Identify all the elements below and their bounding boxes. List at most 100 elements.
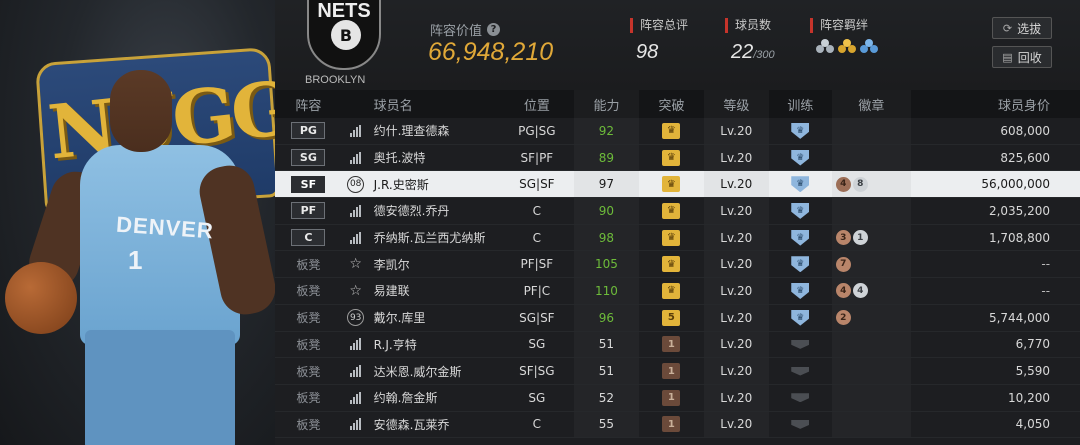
player-level: Lv.20 [704,198,769,224]
training-shield-icon[interactable]: ♛ [791,176,810,193]
lineup-slot-tag[interactable]: SF [291,175,326,193]
breakthrough-crown-icon[interactable]: ♛ [662,282,681,299]
player-name[interactable]: R.J.亨特 [370,332,500,358]
table-row[interactable]: 板凳 R.J.亨特 SG 51 1 Lv.20 6,770 [275,332,1080,359]
breakthrough-crown-icon[interactable]: ♛ [662,229,681,246]
badge-medal-icon[interactable]: 1 [852,230,868,246]
badge-medal-icon[interactable]: 4 [852,283,868,299]
bench-tag[interactable]: 板凳 [296,282,320,299]
table-row[interactable]: C 乔纳斯.瓦兰西尤纳斯 C 98 ♛ Lv.20 ♛ 31 1,708,800 [275,225,1080,252]
training-shield-icon[interactable]: ♛ [791,202,810,219]
col-ability[interactable]: 能力 [574,90,639,118]
table-row[interactable]: PG 约什.理查德森 PG|SG 92 ♛ Lv.20 ♛ 608,000 [275,118,1080,145]
table-row[interactable]: SF 08 J.R.史密斯 SG|SF 97 ♛ Lv.20 ♛ 48 56,0… [275,171,1080,199]
player-name[interactable]: 德安德烈.乔丹 [370,198,500,224]
breakthrough-crown-icon[interactable]: ♛ [662,122,681,139]
table-row[interactable]: 板凳 达米恩.威尔金斯 SF|SG 51 1 Lv.20 5,590 [275,358,1080,385]
table-row[interactable]: 板凳 约翰.詹金斯 SG 52 1 Lv.20 10,200 [275,385,1080,412]
lineup-slot-tag[interactable]: C [291,229,326,247]
badge-cell [832,198,911,224]
col-breakthrough[interactable]: 突破 [639,90,704,118]
lineup-bonds-label: 阵容羁绊 [810,18,878,33]
training-shield-icon[interactable]: ♛ [791,256,810,273]
col-player-name[interactable]: 球员名 [370,90,500,118]
breakthrough-crown-icon[interactable]: ♛ [662,202,681,219]
lineup-slot-tag[interactable]: SG [291,149,326,167]
badge-medal-icon[interactable]: 2 [835,310,851,326]
lineup-bonds-icons[interactable] [810,39,878,57]
bench-tag[interactable]: 板凳 [296,256,320,273]
select-button[interactable]: ⟳ 选拔 [992,17,1052,39]
lineup-slot: SG [275,145,342,171]
training-shield-icon[interactable] [791,366,810,376]
badge-medal-icon[interactable]: 4 [835,176,851,192]
team-logo[interactable]: NETS B [307,0,381,70]
training-shield-icon[interactable]: ♛ [791,122,810,139]
badge-medal-icon[interactable]: 8 [852,176,868,192]
player-name[interactable]: 乔纳斯.瓦兰西尤纳斯 [370,225,500,251]
player-ability: 105 [574,251,639,277]
badge-cell [832,118,911,144]
help-icon[interactable]: ? [487,23,501,36]
player-name[interactable]: 安德森.瓦莱乔 [370,412,500,438]
col-position[interactable]: 位置 [500,90,574,118]
lineup-slot: 板凳 [275,358,342,384]
breakthrough-crown-icon[interactable]: 1 [662,336,681,353]
signal-bars-icon [349,338,362,351]
bench-tag[interactable]: 板凳 [296,309,320,326]
col-lineup[interactable]: 阵容 [275,90,342,118]
training-shield-icon[interactable] [791,393,810,403]
breakthrough-crown-icon[interactable]: ♛ [662,149,681,166]
col-training[interactable]: 训练 [769,90,832,118]
bench-tag[interactable]: 板凳 [296,336,320,353]
player-name[interactable]: J.R.史密斯 [370,171,500,197]
training-shield-icon[interactable] [791,419,810,429]
bench-tag[interactable]: 板凳 [296,416,320,433]
player-name[interactable]: 约翰.詹金斯 [370,385,500,411]
player-name[interactable]: 易建联 [370,278,500,304]
training-shield-icon[interactable]: ♛ [791,309,810,326]
breakthrough-crown-icon[interactable]: ♛ [662,176,681,193]
player-position: C [532,230,542,245]
training-shield-icon[interactable]: ♛ [791,282,810,299]
signal-bars-icon [349,124,362,137]
breakthrough-cell: 1 [639,412,704,438]
bond-icon-silver[interactable] [816,39,834,57]
table-row[interactable]: 板凳 ☆ 易建联 PF|C 110 ♛ Lv.20 ♛ 44 -- [275,278,1080,305]
badge-medal-icon[interactable]: 3 [835,230,851,246]
training-cell: ♛ [769,118,832,144]
player-name[interactable]: 约什.理查德森 [370,118,500,144]
player-name[interactable]: 达米恩.威尔金斯 [370,358,500,384]
breakthrough-crown-icon[interactable]: 1 [662,363,681,380]
badge-medal-icon[interactable]: 7 [835,256,851,272]
breakthrough-crown-icon[interactable]: 5 [662,309,681,326]
bench-tag[interactable]: 板凳 [296,363,320,380]
bond-icon-gold[interactable] [838,39,856,57]
table-row[interactable]: SG 奥托.波特 SF|PF 89 ♛ Lv.20 ♛ 825,600 [275,145,1080,172]
table-row[interactable]: 板凳 ☆ 李凯尔 PF|SF 105 ♛ Lv.20 ♛ 7 -- [275,251,1080,279]
breakthrough-crown-icon[interactable]: ♛ [662,256,681,273]
training-shield-icon[interactable] [791,339,810,349]
col-badge[interactable]: 徽章 [832,90,911,118]
breakthrough-crown-icon[interactable]: 1 [662,389,681,406]
col-level[interactable]: 等级 [704,90,769,118]
col-player-value[interactable]: 球员身价 [911,90,1080,118]
breakthrough-crown-icon[interactable]: 1 [662,416,681,433]
player-name[interactable]: 戴尔.库里 [370,305,500,331]
lineup-slot-tag[interactable]: PG [291,122,326,140]
player-name[interactable]: 李凯尔 [370,251,500,277]
table-row[interactable]: 板凳 93 戴尔.库里 SG|SF 96 5 Lv.20 ♛ 2 5,744,0… [275,305,1080,332]
player-position: PF|C [523,283,551,298]
recycle-button[interactable]: ▤ 回收 [992,46,1052,68]
lineup-slot-tag[interactable]: PF [291,202,326,220]
player-level: Lv.20 [704,332,769,358]
bench-tag[interactable]: 板凳 [296,389,320,406]
training-shield-icon[interactable]: ♛ [791,149,810,166]
badge-medal-icon[interactable]: 4 [835,283,851,299]
training-shield-icon[interactable]: ♛ [791,229,810,246]
player-name[interactable]: 奥托.波特 [370,145,500,171]
table-row[interactable]: 板凳 安德森.瓦莱乔 C 55 1 Lv.20 4,050 [275,412,1080,439]
bond-icon-blue[interactable] [860,39,878,57]
player-count-label: 球员数 [725,18,775,33]
table-row[interactable]: PF 德安德烈.乔丹 C 90 ♛ Lv.20 ♛ 2,035,200 [275,198,1080,225]
